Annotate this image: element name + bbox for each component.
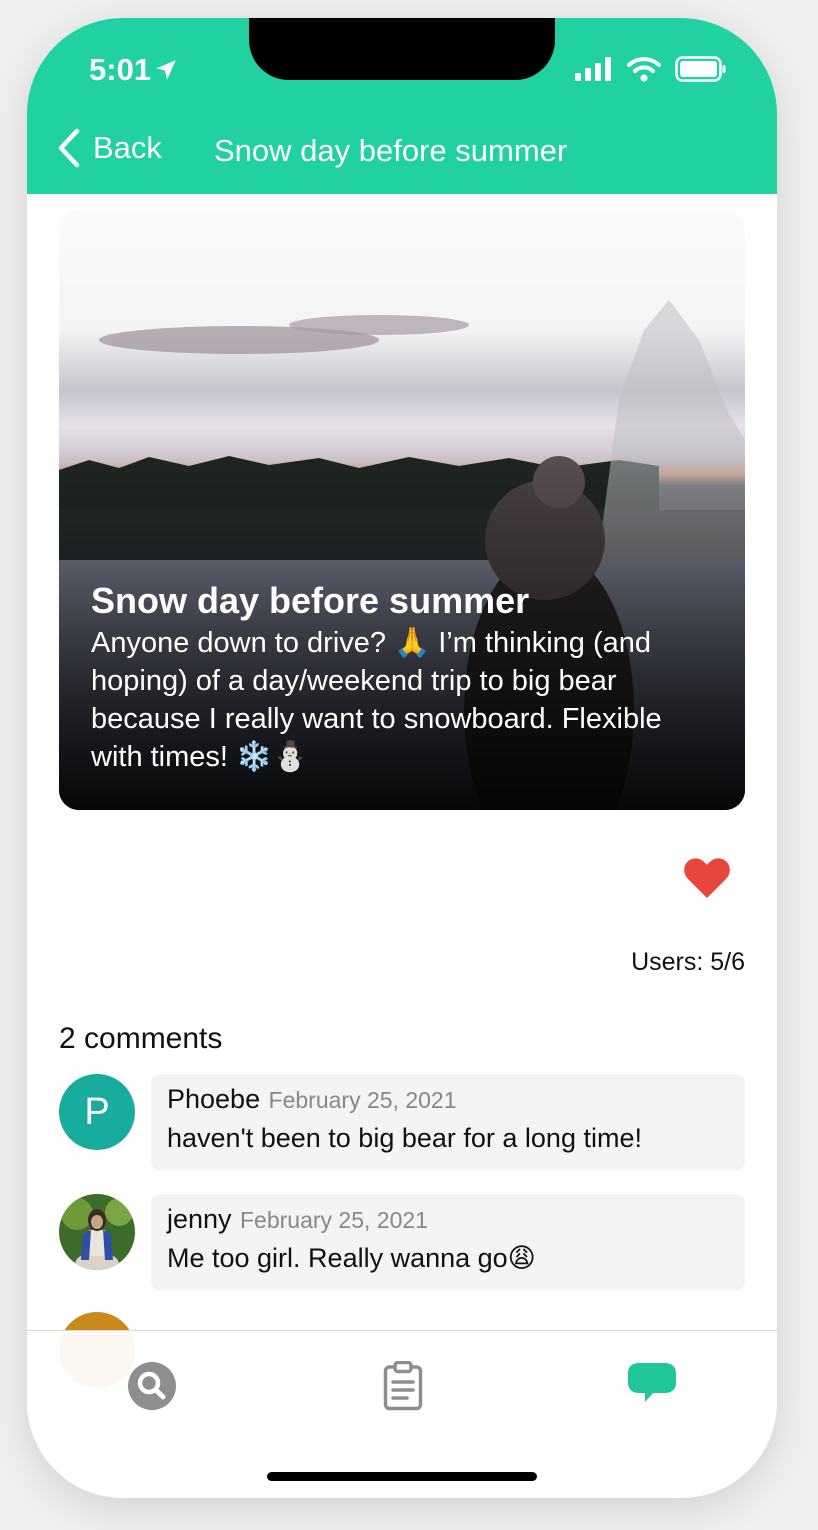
comment-author[interactable]: Phoebe xyxy=(167,1084,260,1114)
post-title: Snow day before summer xyxy=(91,580,530,621)
page-title: Snow day before summer xyxy=(214,133,568,168)
comment-bubble: jenny February 25, 2021 Me too girl. Rea… xyxy=(151,1194,745,1290)
post-description: Anyone down to drive? 🙏 I’m thinking (an… xyxy=(91,627,662,773)
avatar[interactable] xyxy=(59,1194,135,1270)
back-button[interactable]: Back xyxy=(57,128,162,168)
user-photo xyxy=(59,1194,135,1270)
tab-search[interactable] xyxy=(127,1361,177,1416)
chevron-left-icon xyxy=(58,128,80,168)
comment-text: Me too girl. Really wanna go😩 xyxy=(167,1243,536,1273)
comment-date: February 25, 2021 xyxy=(240,1207,428,1233)
nav-header: 5:01 Back Snow day before summer xyxy=(27,18,777,194)
like-button[interactable] xyxy=(683,856,731,905)
comment-bubble: Phoebe February 25, 2021 haven't been to… xyxy=(151,1074,745,1170)
device-notch xyxy=(249,18,555,80)
battery-icon xyxy=(675,56,726,82)
search-icon xyxy=(128,1362,176,1410)
comment-date: February 25, 2021 xyxy=(268,1087,457,1113)
avatar[interactable]: P xyxy=(59,1074,135,1150)
comment-item: P Phoebe February 25, 2021 haven't been … xyxy=(59,1074,745,1170)
status-time-text: 5:01 xyxy=(89,52,152,87)
phone-frame: 5:01 Back Snow day before summer Snow da… xyxy=(27,18,777,1498)
wifi-icon xyxy=(627,57,661,82)
signal-icon xyxy=(575,57,611,81)
post-hero-card: Snow day before summer Anyone down to dr… xyxy=(59,210,745,810)
post-overlay-text: Snow day before summer Anyone down to dr… xyxy=(91,580,721,776)
status-time: 5:01 xyxy=(89,52,179,88)
home-indicator xyxy=(267,1472,537,1481)
tab-posts[interactable] xyxy=(383,1360,423,1416)
comments-count: 2 comments xyxy=(59,1022,223,1055)
users-count: Users: 5/6 xyxy=(631,948,745,976)
clipboard-icon xyxy=(383,1360,423,1411)
back-label: Back xyxy=(93,130,162,165)
status-icons xyxy=(575,56,727,82)
avatar-letter: P xyxy=(84,1090,110,1133)
comment-author[interactable]: jenny xyxy=(167,1204,232,1234)
location-arrow-icon xyxy=(156,60,176,80)
heart-icon xyxy=(684,858,730,898)
tab-chat[interactable] xyxy=(627,1361,677,1410)
comment-text: haven't been to big bear for a long time… xyxy=(167,1123,642,1153)
chat-bubble-icon xyxy=(628,1363,676,1402)
comment-item: jenny February 25, 2021 Me too girl. Rea… xyxy=(59,1194,745,1290)
